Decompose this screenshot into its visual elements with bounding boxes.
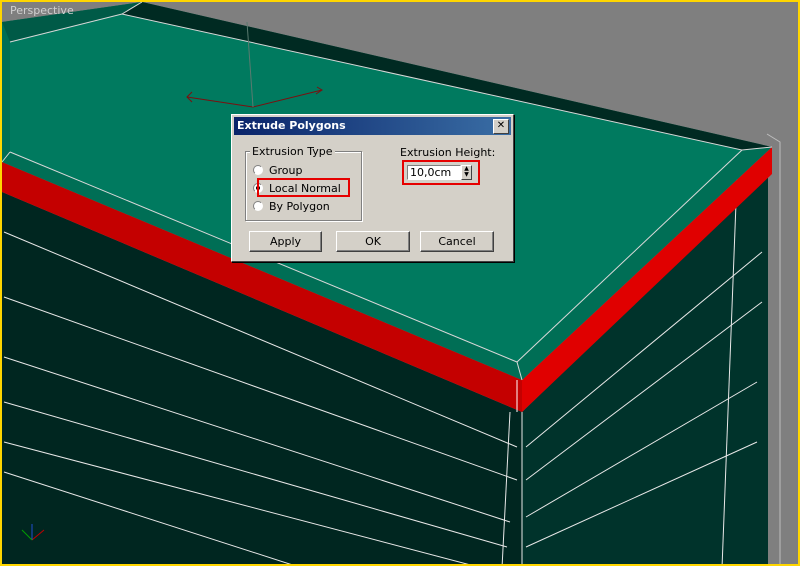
extrusion-height-input[interactable]: 10,0cm [407, 165, 461, 180]
apply-button[interactable]: Apply [249, 231, 322, 252]
extrusion-height-spinner[interactable]: ▲ ▼ [461, 165, 472, 180]
dialog-titlebar[interactable]: Extrude Polygons ✕ [234, 117, 511, 135]
radio-button-by-polygon[interactable] [253, 201, 263, 211]
spinner-down-icon[interactable]: ▼ [462, 172, 471, 178]
radio-group[interactable]: Group [253, 162, 303, 178]
cancel-button[interactable]: Cancel [420, 231, 494, 252]
local-normal-highlight-box [257, 178, 350, 197]
extrusion-height-label: Extrusion Height: [400, 146, 496, 159]
viewport-label[interactable]: Perspective [10, 4, 74, 17]
ok-button[interactable]: OK [336, 231, 410, 252]
viewport-scene[interactable] [2, 2, 800, 566]
dialog-title: Extrude Polygons [237, 119, 346, 132]
radio-label-group: Group [269, 163, 303, 177]
close-icon[interactable]: ✕ [493, 119, 509, 134]
radio-by-polygon[interactable]: By Polygon [253, 198, 330, 214]
radio-button-group[interactable] [253, 165, 263, 175]
perspective-viewport[interactable]: Perspective [0, 0, 800, 566]
background-edge [766, 133, 781, 564]
extrude-polygons-dialog: Extrude Polygons ✕ Extrusion Type Group … [231, 114, 514, 262]
extrusion-type-legend: Extrusion Type [250, 145, 335, 158]
radio-label-by-polygon: By Polygon [269, 199, 330, 213]
